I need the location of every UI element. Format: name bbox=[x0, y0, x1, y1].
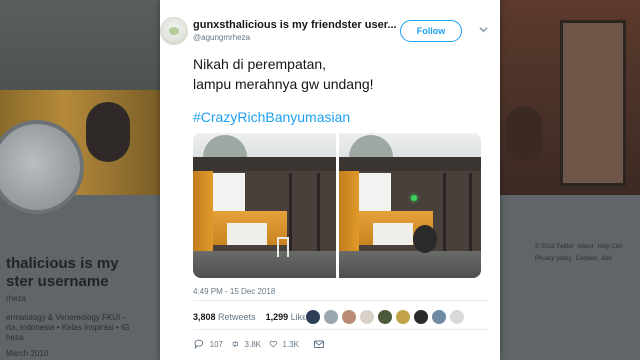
liker-avatar[interactable] bbox=[341, 309, 357, 325]
profile-joined-date: March 2010 bbox=[6, 349, 49, 358]
liker-avatar[interactable] bbox=[359, 309, 375, 325]
engagement-stats: 3,808 Retweets 1,299 Likes bbox=[193, 312, 312, 322]
tweet-photo[interactable] bbox=[193, 133, 336, 278]
heart-icon bbox=[269, 340, 277, 348]
profile-handle: rheza bbox=[6, 294, 27, 303]
author-name[interactable]: gunxsthalicious is my friendster user... bbox=[193, 19, 397, 31]
envelope-icon[interactable] bbox=[313, 338, 325, 350]
liker-avatar[interactable] bbox=[413, 309, 429, 325]
profile-bio-line: ermatology & Venereology FKUI – bbox=[6, 313, 127, 322]
tweet-modal: gunxsthalicious is my friendster user...… bbox=[160, 0, 500, 360]
liker-avatar[interactable] bbox=[377, 309, 393, 325]
liker-avatar[interactable] bbox=[449, 309, 465, 325]
retweet-icon bbox=[232, 340, 238, 348]
retweets-count[interactable]: 3,808 bbox=[193, 312, 216, 322]
divider bbox=[193, 300, 488, 301]
footer-link-ads[interactable]: Ads bbox=[601, 256, 611, 262]
footer-copyright: © 2018 Twitter bbox=[535, 244, 574, 250]
hashtag-link[interactable]: #CrazyRichBanyumasian bbox=[193, 109, 350, 125]
tweet-timestamp[interactable]: 4:49 PM - 15 Dec 2018 bbox=[193, 287, 275, 296]
liker-avatars bbox=[305, 309, 465, 325]
reply-button[interactable]: 107 bbox=[193, 338, 223, 350]
footer-link-help[interactable]: Help Cen bbox=[597, 244, 622, 250]
follow-button[interactable]: Follow bbox=[400, 20, 462, 42]
tweet-text-line: lampu merahnya gw undang! bbox=[193, 76, 374, 92]
reply-count: 107 bbox=[209, 339, 223, 349]
chevron-down-icon[interactable] bbox=[479, 25, 488, 34]
liker-avatar[interactable] bbox=[431, 309, 447, 325]
likes-count[interactable]: 1,299 bbox=[266, 312, 289, 322]
liker-avatar[interactable] bbox=[305, 309, 321, 325]
divider bbox=[193, 329, 488, 330]
tweet-media[interactable] bbox=[193, 133, 481, 278]
footer-link-about[interactable]: About bbox=[578, 244, 594, 250]
author-handle[interactable]: @agungmrheza bbox=[193, 33, 250, 42]
liker-avatar[interactable] bbox=[323, 309, 339, 325]
tweet-text: Nikah di perempatan, lampu merahnya gw u… bbox=[193, 54, 374, 94]
site-footer: © 2018 Twitter About Help Cen Privacy poli… bbox=[535, 241, 640, 265]
profile-bio-line: rta, Indonesia • Kelas Inspirasi • IG bbox=[6, 323, 130, 332]
retweet-button[interactable]: 3.8K bbox=[231, 338, 261, 350]
tweet-text-line: Nikah di perempatan, bbox=[193, 56, 327, 72]
retweets-label[interactable]: Retweets bbox=[218, 312, 256, 322]
footer-link-privacy[interactable]: Privacy policy bbox=[535, 256, 572, 262]
tweet-photo[interactable] bbox=[338, 133, 481, 278]
retweet-count: 3.8K bbox=[244, 339, 261, 349]
author-avatar[interactable] bbox=[160, 17, 188, 45]
footer-link-cookies[interactable]: Cookies bbox=[576, 256, 598, 262]
profile-name-continued: ster username bbox=[6, 273, 109, 290]
liker-avatar[interactable] bbox=[395, 309, 411, 325]
profile-bio-line: heza bbox=[6, 333, 24, 342]
like-count: 1.3K bbox=[282, 339, 299, 349]
profile-name: thalicious is my bbox=[6, 255, 119, 272]
tweet-actions: 107 3.8K 1.3K bbox=[193, 338, 307, 350]
reply-icon bbox=[194, 339, 204, 350]
like-button[interactable]: 1.3K bbox=[269, 338, 299, 350]
